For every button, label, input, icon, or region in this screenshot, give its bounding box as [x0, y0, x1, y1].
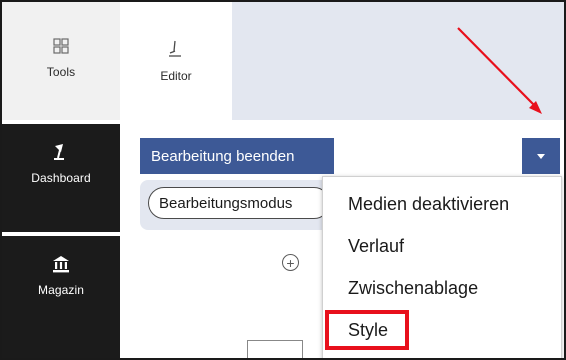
- pen-icon: [167, 40, 185, 63]
- content-element-box: [247, 340, 303, 358]
- sidebar-divider: [2, 232, 120, 236]
- sidebar-item-label: Tools: [46, 65, 76, 79]
- sidebar-item-label: Magazin: [37, 283, 85, 297]
- menu-item-clipboard[interactable]: Zwischenablage: [348, 278, 478, 299]
- sidebar-divider: [2, 120, 120, 124]
- sidebar-item-tools[interactable]: Tools: [2, 2, 120, 120]
- add-icon[interactable]: +: [282, 254, 299, 271]
- sidebar-item-magazin[interactable]: Magazin: [2, 254, 120, 324]
- style-highlight-box: [325, 310, 409, 350]
- app-frame: Tools Dashboard Magazin Editor Bearbeitu…: [0, 0, 566, 360]
- sidebar-item-label: Dashboard: [31, 171, 91, 185]
- end-editing-button[interactable]: Bearbeitung beenden: [140, 138, 334, 174]
- menu-item-history[interactable]: Verlauf: [348, 236, 404, 257]
- menu-item-disable-media[interactable]: Medien deaktivieren: [348, 194, 509, 215]
- grid-icon: [53, 38, 69, 59]
- dropdown-toggle-button[interactable]: [522, 138, 560, 174]
- bank-icon: [51, 254, 71, 279]
- lamp-icon: [51, 142, 71, 167]
- caret-down-icon: [537, 153, 545, 159]
- editing-mode-button[interactable]: Bearbeitungsmodus: [148, 187, 330, 219]
- tab-editor[interactable]: Editor: [120, 2, 232, 120]
- tab-label: Editor: [160, 69, 192, 83]
- sidebar-item-dashboard[interactable]: Dashboard: [2, 142, 120, 212]
